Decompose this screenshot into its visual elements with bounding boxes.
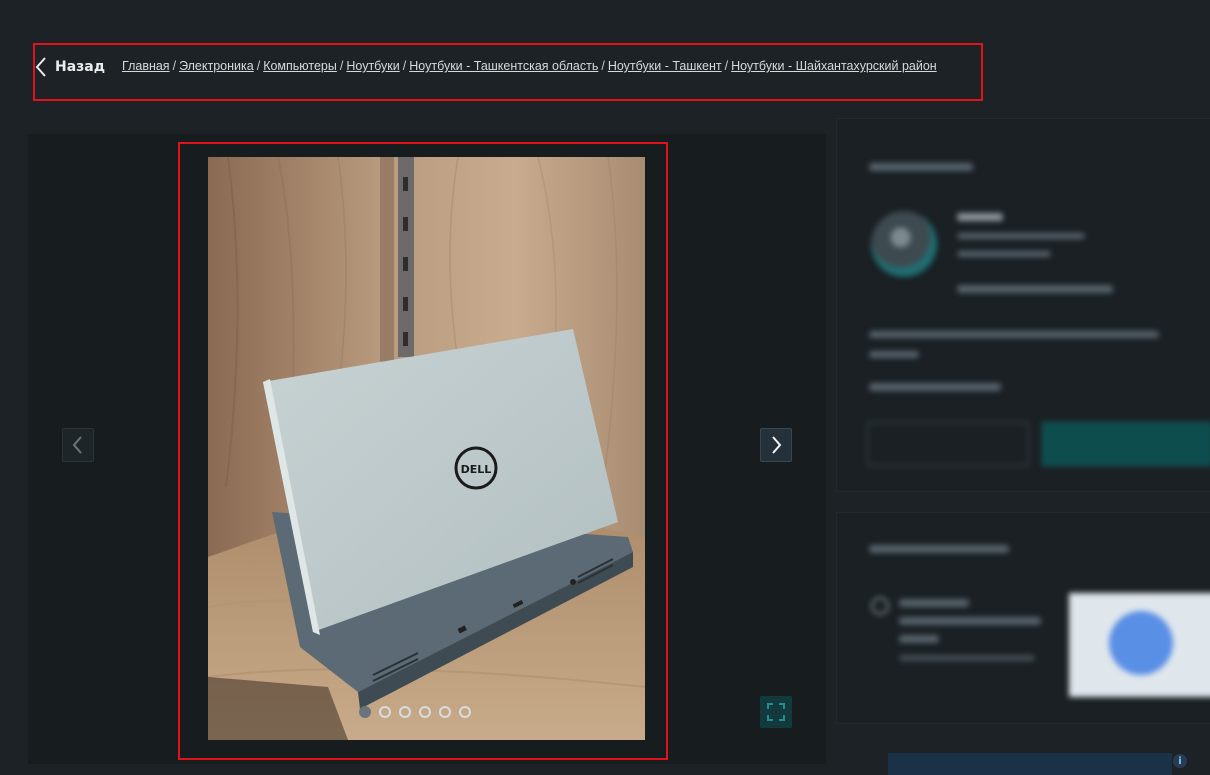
chevron-left-icon: [72, 436, 82, 454]
breadcrumb-separator: /: [339, 59, 344, 73]
breadcrumb-link-laptops-tashkent-region[interactable]: Ноутбуки - Ташкентская область: [409, 59, 598, 73]
product-photo[interactable]: DELL: [208, 157, 645, 740]
avatar: [871, 211, 937, 277]
breadcrumb: Главная / Электроника / Компьютеры / Ноутбуки /…: [122, 59, 937, 73]
info-icon-label: i: [1178, 755, 1182, 767]
gallery-prev-button[interactable]: [62, 428, 94, 462]
seller-card: [836, 118, 1210, 492]
breadcrumb-separator: /: [256, 59, 261, 73]
fullscreen-button[interactable]: [760, 696, 792, 728]
breadcrumb-separator: /: [724, 59, 729, 73]
back-link[interactable]: Назад: [35, 55, 105, 79]
laptop-photo-image: DELL: [208, 157, 645, 740]
gallery-dot-5[interactable]: [439, 706, 451, 718]
photo-gallery: DELL: [28, 134, 826, 764]
breadcrumb-separator: /: [402, 59, 407, 73]
ad-banner[interactable]: [888, 753, 1172, 775]
gallery-dot-1[interactable]: [359, 706, 371, 718]
breadcrumb-link-laptops-tashkent[interactable]: Ноутбуки - Ташкент: [608, 59, 722, 73]
breadcrumb-link-laptops-district[interactable]: Ноутбуки - Шайхантахурский район: [731, 59, 937, 73]
location-pin-icon: [871, 597, 889, 615]
gallery-dot-3[interactable]: [399, 706, 411, 718]
location-card: [836, 512, 1210, 724]
gallery-dot-4[interactable]: [419, 706, 431, 718]
message-button[interactable]: [1042, 422, 1210, 466]
expand-icon: [767, 703, 785, 721]
info-icon[interactable]: i: [1173, 754, 1187, 768]
gallery-dot-6[interactable]: [459, 706, 471, 718]
chevron-right-icon: [772, 436, 782, 454]
breadcrumb-link-laptops[interactable]: Ноутбуки: [346, 59, 399, 73]
breadcrumb-bar: Назад Главная / Электроника / Компьютеры / Ноу…: [33, 43, 983, 101]
gallery-dot-2[interactable]: [379, 706, 391, 718]
breadcrumb-link-home[interactable]: Главная: [122, 59, 170, 73]
dell-logo-text: DELL: [461, 463, 492, 476]
gallery-pagination: [359, 706, 471, 718]
gallery-next-button[interactable]: [760, 428, 792, 462]
location-map[interactable]: [1069, 593, 1210, 697]
map-marker: [1109, 611, 1173, 675]
back-label: Назад: [55, 59, 106, 75]
breadcrumb-separator: /: [172, 59, 177, 73]
breadcrumb-link-electronics[interactable]: Электроника: [179, 59, 254, 73]
photo-highlight-frame: DELL: [178, 142, 668, 760]
breadcrumb-link-computers[interactable]: Компьютеры: [263, 59, 337, 73]
breadcrumb-separator: /: [601, 59, 605, 73]
chevron-left-icon: [35, 57, 46, 77]
show-phone-button[interactable]: [867, 422, 1029, 466]
